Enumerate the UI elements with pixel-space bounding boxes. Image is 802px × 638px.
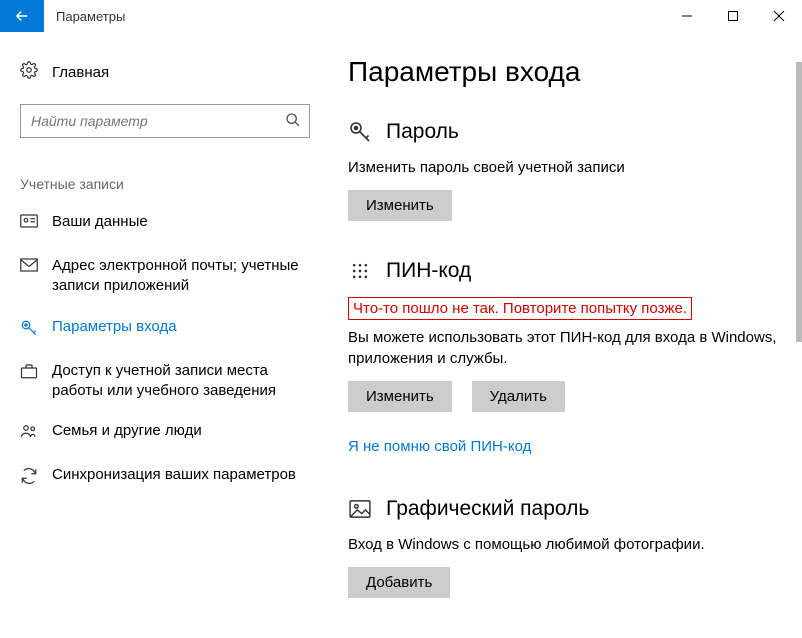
sidebar-item-label: Доступ к учетной записи места работы или… xyxy=(52,361,310,402)
minimize-icon xyxy=(681,10,693,22)
pin-desc: Вы можете использовать этот ПИН-код для … xyxy=(348,328,780,369)
sidebar-item-family[interactable]: Семья и другие люди xyxy=(0,411,330,455)
window-controls xyxy=(664,0,802,32)
pin-forgot-link[interactable]: Я не помню свой ПИН-код xyxy=(348,438,531,455)
mail-icon xyxy=(20,258,38,272)
section-pin-title: ПИН-код xyxy=(386,259,471,283)
arrow-left-icon xyxy=(13,7,31,25)
sidebar-item-label: Ваши данные xyxy=(52,212,148,232)
sidebar-item-signin-options[interactable]: Параметры входа xyxy=(0,307,330,351)
password-desc: Изменить пароль своей учетной записи xyxy=(348,158,780,178)
people-icon xyxy=(20,423,38,439)
section-password-title: Пароль xyxy=(386,120,459,144)
id-card-icon xyxy=(20,214,38,228)
keypad-icon xyxy=(348,261,372,281)
window-title: Параметры xyxy=(44,0,664,32)
pin-error-message: Что-то пошло не так. Повторите попытку п… xyxy=(348,297,692,320)
minimize-button[interactable] xyxy=(664,0,710,32)
category-label: Учетные записи xyxy=(0,146,330,202)
main-pane: Параметры входа Пароль Изменить пароль с… xyxy=(330,32,802,638)
close-icon xyxy=(773,10,785,22)
picture-icon xyxy=(348,500,372,518)
search-icon xyxy=(285,112,301,131)
sidebar-item-work-school[interactable]: Доступ к учетной записи места работы или… xyxy=(0,351,330,412)
picture-add-button[interactable]: Добавить xyxy=(348,567,450,598)
picture-desc: Вход в Windows с помощью любимой фотогра… xyxy=(348,535,780,555)
search-box[interactable] xyxy=(20,104,310,138)
pin-change-button[interactable]: Изменить xyxy=(348,381,452,412)
briefcase-icon xyxy=(20,363,38,379)
sidebar-item-label: Семья и другие люди xyxy=(52,421,202,441)
section-picture-title: Графический пароль xyxy=(386,497,589,521)
sidebar-item-email-accounts[interactable]: Адрес электронной почты; учетные записи … xyxy=(0,246,330,307)
password-change-button[interactable]: Изменить xyxy=(348,190,452,221)
sidebar: Главная Учетные записи Ваши данные Адрес… xyxy=(0,32,330,638)
gear-icon xyxy=(20,61,38,83)
sync-icon xyxy=(20,467,38,485)
sidebar-item-label: Адрес электронной почты; учетные записи … xyxy=(52,256,310,297)
sidebar-item-your-info[interactable]: Ваши данные xyxy=(0,202,330,246)
search-input[interactable] xyxy=(31,113,285,129)
page-title: Параметры входа xyxy=(348,56,780,88)
section-password: Пароль xyxy=(348,120,780,144)
maximize-button[interactable] xyxy=(710,0,756,32)
sidebar-item-label: Параметры входа xyxy=(52,317,177,337)
sidebar-item-sync[interactable]: Синхронизация ваших параметров xyxy=(0,455,330,499)
home-label: Главная xyxy=(52,64,109,81)
pin-delete-button[interactable]: Удалить xyxy=(472,381,565,412)
titlebar: Параметры xyxy=(0,0,802,32)
close-button[interactable] xyxy=(756,0,802,32)
sidebar-item-label: Синхронизация ваших параметров xyxy=(52,465,296,485)
back-button[interactable] xyxy=(0,0,44,32)
scrollbar-thumb[interactable] xyxy=(796,62,802,342)
section-pin: ПИН-код xyxy=(348,259,780,283)
key-icon xyxy=(348,120,372,144)
home-button[interactable]: Главная xyxy=(0,52,330,92)
section-picture: Графический пароль xyxy=(348,497,780,521)
maximize-icon xyxy=(727,10,739,22)
key-icon xyxy=(20,319,38,337)
